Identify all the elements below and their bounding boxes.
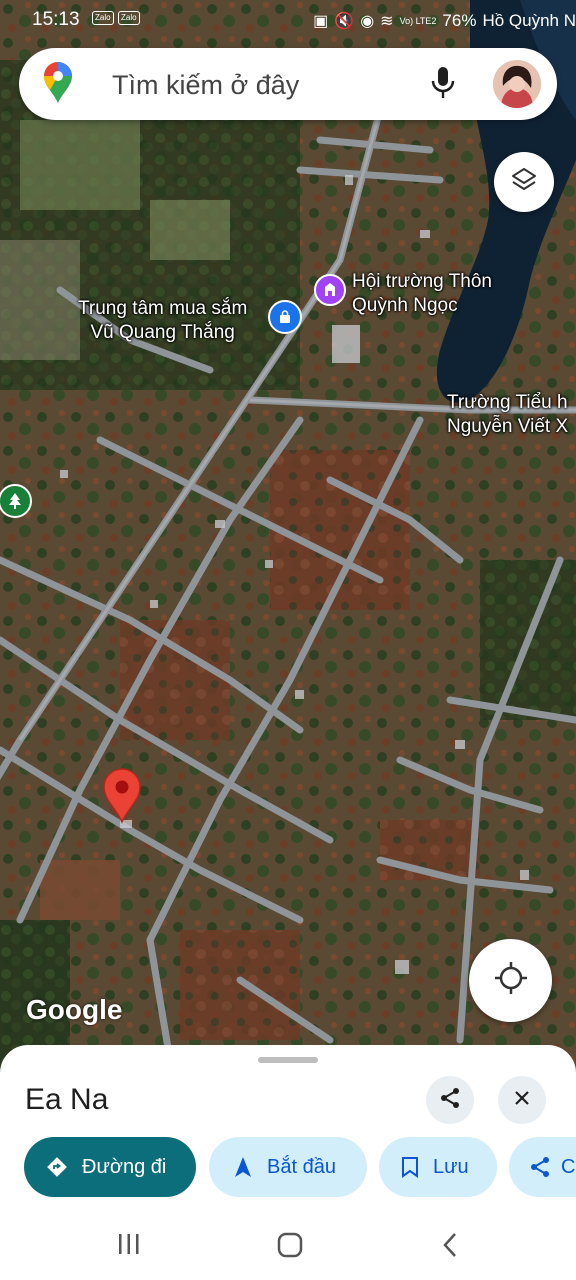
wifi-icon: ≋ <box>380 13 394 30</box>
profile-avatar[interactable] <box>493 60 541 108</box>
start-label: Bắt đầu <box>267 1155 336 1178</box>
system-navigation-bar <box>0 1210 576 1280</box>
close-icon <box>513 1089 531 1112</box>
trung-tam-line2: Vũ Quang Thắng <box>90 322 235 343</box>
status-right-cluster: ▣ 🔇 ◉ ≋ Vo) LTE2 76% Hồ Quỳnh N <box>313 9 576 33</box>
save-label: Lưu <box>433 1155 469 1178</box>
layers-icon <box>510 166 538 199</box>
mute-icon: 🔇 <box>334 13 355 30</box>
share-icon <box>439 1087 461 1114</box>
microphone-icon[interactable] <box>429 64 457 107</box>
share-chip-button[interactable]: C <box>509 1137 576 1197</box>
share-icon <box>529 1156 551 1178</box>
trung-tam-line1: Trung tâm mua sắm <box>78 298 248 319</box>
network-label: Vo) LTE2 <box>399 16 437 26</box>
share-chip-label: C <box>561 1155 576 1178</box>
sheet-drag-handle[interactable] <box>258 1057 318 1063</box>
home-icon <box>276 1232 304 1263</box>
hoi-truong-line2: Quỳnh Ngọc <box>352 295 458 316</box>
map-label-truong[interactable]: Trường Tiểu h Nguyễn Viết X <box>447 391 568 439</box>
back-button[interactable] <box>440 1232 460 1263</box>
satellite-map[interactable] <box>0 0 576 1070</box>
google-maps-pin-icon <box>43 62 73 109</box>
my-location-button[interactable] <box>469 939 552 1022</box>
recent-apps-button[interactable] <box>116 1232 142 1261</box>
truong-line2: Nguyễn Viết X <box>447 416 569 437</box>
lock-icon: ▣ <box>313 13 329 30</box>
close-button[interactable] <box>498 1076 546 1124</box>
crosshair-icon <box>493 960 529 1001</box>
battery-level: 76% <box>442 11 477 30</box>
directions-icon <box>46 1156 68 1178</box>
shopping-bag-icon[interactable] <box>268 300 302 334</box>
recent-apps-icon <box>116 1232 142 1261</box>
location-icon: ◉ <box>360 13 375 30</box>
search-input[interactable]: Tìm kiếm ở đây <box>112 70 299 101</box>
zalo-notification-icon: Zalo <box>92 11 114 25</box>
share-button[interactable] <box>426 1076 474 1124</box>
status-time: 15:13 <box>32 9 80 30</box>
back-chevron-icon <box>440 1232 460 1263</box>
search-bar[interactable]: Tìm kiếm ở đây <box>19 48 557 120</box>
map-label-hoi-truong[interactable]: Hội trường Thôn Quỳnh Ngọc <box>352 270 492 318</box>
start-button[interactable]: Bắt đầu <box>209 1137 367 1197</box>
place-title: Ea Na <box>25 1083 109 1116</box>
location-marker-icon[interactable] <box>102 768 142 824</box>
truong-line1: Trường Tiểu h <box>447 392 568 413</box>
navigation-arrow-icon <box>233 1156 253 1178</box>
map-label-trung-tam[interactable]: Trung tâm mua sắm Vũ Quang Thắng <box>78 297 247 345</box>
action-chips: Đường đi Bắt đầu Lưu C <box>0 1137 576 1199</box>
location-overlay-text: Hồ Quỳnh N <box>482 11 576 30</box>
status-bar: 15:13 Zalo Zalo ▣ 🔇 ◉ ≋ Vo) LTE2 76% Hồ … <box>0 0 576 40</box>
zalo-notification-icon: Zalo <box>118 11 140 25</box>
directions-button[interactable]: Đường đi <box>24 1137 196 1197</box>
google-attribution: Google <box>26 994 123 1025</box>
hoi-truong-line1: Hội trường Thôn <box>352 271 492 292</box>
layers-button[interactable] <box>494 152 554 212</box>
save-button[interactable]: Lưu <box>379 1137 497 1197</box>
civic-building-icon[interactable] <box>314 274 346 306</box>
home-button[interactable] <box>276 1232 304 1263</box>
bookmark-icon <box>401 1156 419 1178</box>
directions-label: Đường đi <box>82 1155 167 1178</box>
